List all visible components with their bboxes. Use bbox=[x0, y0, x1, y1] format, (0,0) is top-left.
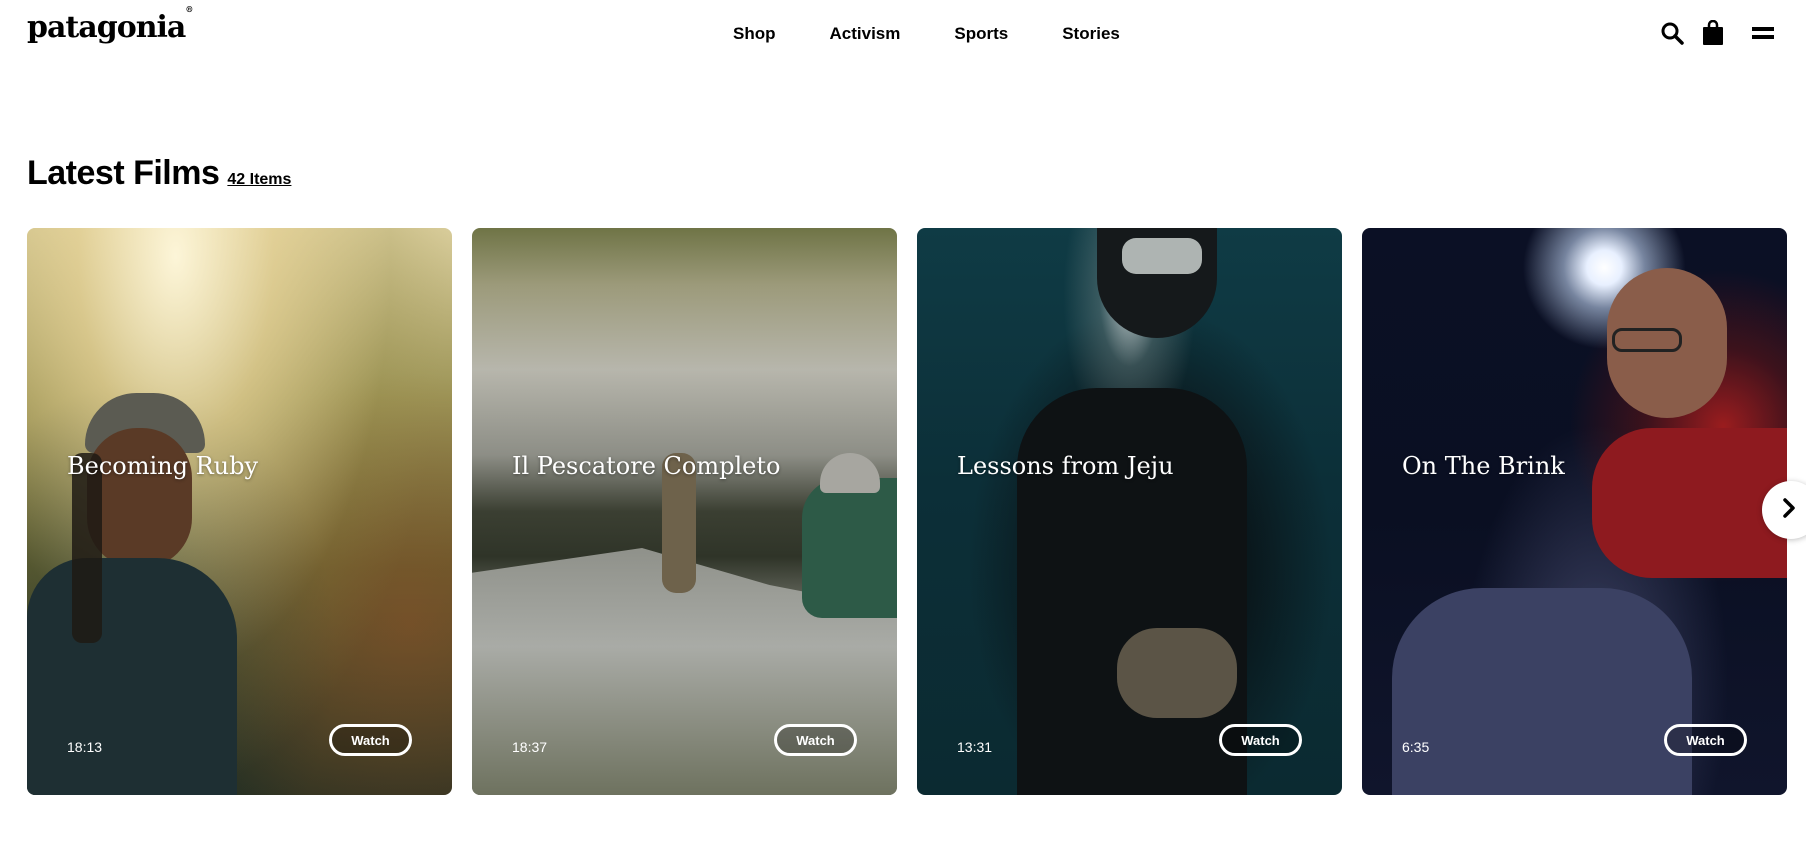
section-title: Latest Films bbox=[27, 154, 220, 192]
section-header: Latest Films 42 Items bbox=[27, 154, 291, 193]
nav-activism[interactable]: Activism bbox=[830, 24, 901, 44]
film-duration: 18:37 bbox=[512, 739, 548, 755]
items-count-link[interactable]: 42 Items bbox=[227, 171, 291, 189]
film-card[interactable]: Lessons from Jeju 13:31 Watch bbox=[917, 228, 1342, 795]
film-thumbnail bbox=[1362, 228, 1787, 795]
film-card[interactable]: On The Brink 6:35 Watch bbox=[1362, 228, 1787, 795]
film-card[interactable]: Il Pescatore Completo 18:37 Watch bbox=[472, 228, 897, 795]
film-duration: 13:31 bbox=[957, 739, 993, 755]
menu-icon[interactable] bbox=[1750, 20, 1776, 46]
film-title: Il Pescatore Completo bbox=[512, 452, 781, 480]
nav-shop[interactable]: Shop bbox=[733, 24, 776, 44]
patagonia-logo[interactable]: patagonia® bbox=[27, 4, 193, 45]
header-actions bbox=[1644, 20, 1776, 46]
film-thumbnail bbox=[472, 228, 897, 795]
film-title: Becoming Ruby bbox=[67, 452, 259, 480]
film-thumbnail bbox=[917, 228, 1342, 795]
search-icon[interactable] bbox=[1659, 20, 1685, 46]
bag-icon[interactable] bbox=[1700, 20, 1726, 46]
main-nav: Shop Activism Sports Stories bbox=[733, 24, 1174, 44]
watch-button[interactable]: Watch bbox=[1219, 724, 1302, 756]
film-duration: 6:35 bbox=[1402, 739, 1430, 755]
nav-stories[interactable]: Stories bbox=[1062, 24, 1120, 44]
film-title: On The Brink bbox=[1402, 452, 1565, 480]
film-card[interactable]: Becoming Ruby 18:13 Watch bbox=[27, 228, 452, 795]
watch-button[interactable]: Watch bbox=[329, 724, 412, 756]
watch-button[interactable]: Watch bbox=[1664, 724, 1747, 756]
watch-button[interactable]: Watch bbox=[774, 724, 857, 756]
chevron-right-icon bbox=[1782, 497, 1796, 523]
film-title: Lessons from Jeju bbox=[957, 452, 1174, 480]
nav-sports[interactable]: Sports bbox=[954, 24, 1008, 44]
film-carousel: Becoming Ruby 18:13 Watch Il Pescatore C… bbox=[27, 228, 1806, 795]
film-thumbnail bbox=[27, 228, 452, 795]
film-duration: 18:13 bbox=[67, 739, 103, 755]
site-header: patagonia® Shop Activism Sports Stories bbox=[0, 0, 1806, 70]
